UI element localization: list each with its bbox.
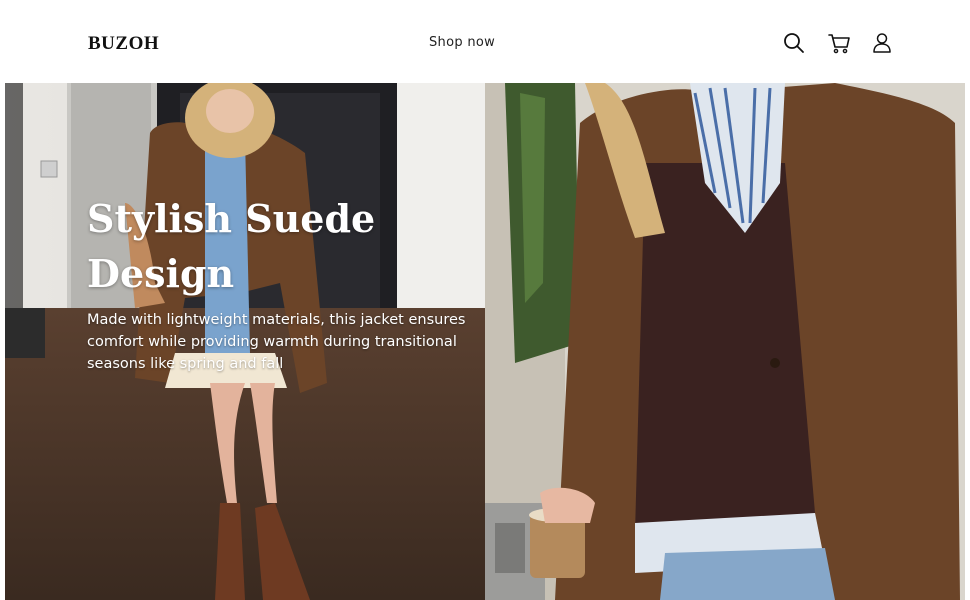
account-icon[interactable] <box>869 30 895 56</box>
brand-logo[interactable]: BUZOH <box>88 33 159 55</box>
hero-image-right <box>485 83 965 600</box>
hero-banner: Stylish Suede Design Made with lightweig… <box>5 83 965 600</box>
hero-text-block: Stylish Suede Design Made with lightweig… <box>87 191 477 375</box>
search-icon[interactable] <box>781 30 807 56</box>
hero-image-left: Stylish Suede Design Made with lightweig… <box>5 83 485 600</box>
cart-icon[interactable] <box>826 30 852 56</box>
right-edge <box>965 83 970 600</box>
hero-title: Stylish Suede Design <box>87 191 477 301</box>
site-header: BUZOH Shop now <box>0 0 970 83</box>
hero-title-line2: Design <box>87 251 235 296</box>
hero-title-line1: Stylish Suede <box>87 196 376 241</box>
shop-now-link[interactable]: Shop now <box>429 35 495 50</box>
hero-description: Made with lightweight materials, this ja… <box>87 312 466 372</box>
